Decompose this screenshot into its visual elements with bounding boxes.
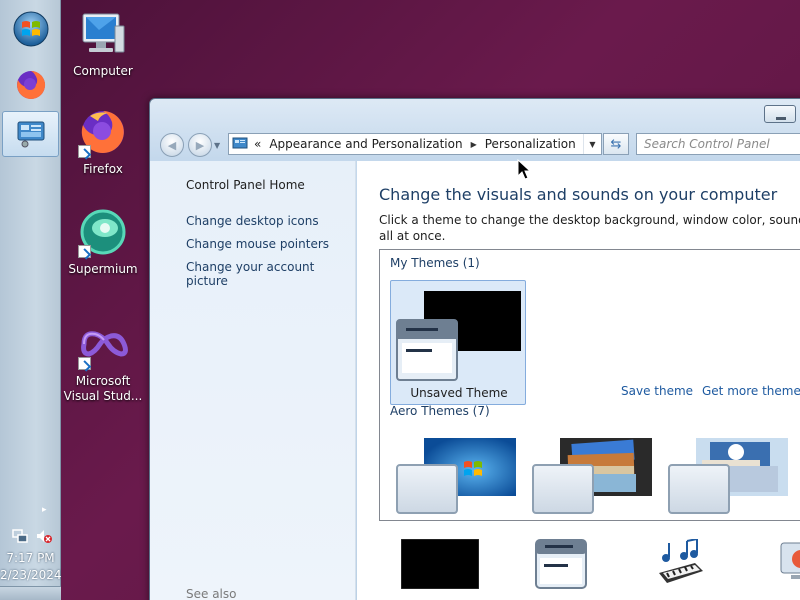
- window-color-button[interactable]: [535, 539, 587, 592]
- taskbar: ▸ 7:17 PM 2/23/2024: [0, 0, 62, 600]
- computer-icon: [82, 13, 125, 53]
- desktop-background-icon: [400, 538, 480, 590]
- tray-expand-icon[interactable]: ▸: [42, 505, 47, 515]
- change-account-picture-link[interactable]: Change your account picture: [186, 260, 355, 288]
- see-also-heading: See also: [186, 587, 237, 600]
- network-icon[interactable]: [12, 528, 28, 544]
- navigation-bar: ◀ ▶ ▼ « Appearance and Personalization ▶…: [150, 129, 800, 161]
- unsaved-theme-tile[interactable]: Unsaved Theme: [390, 280, 526, 405]
- taskbar-firefox-button[interactable]: [2, 62, 59, 108]
- personalization-window: ◀ ▶ ▼ « Appearance and Personalization ▶…: [149, 98, 800, 600]
- desktop-icon-label: Microsoft Visual Stud...: [63, 374, 143, 403]
- theme-window-preview: [396, 319, 458, 381]
- minimize-button[interactable]: [764, 105, 796, 123]
- shortcut-arrow-icon: [78, 357, 91, 370]
- address-bar[interactable]: « Appearance and Personalization ▶ Perso…: [228, 133, 602, 155]
- aero-themes-group-label: Aero Themes (7): [390, 404, 490, 418]
- themes-list[interactable]: My Themes (1) Unsaved Theme Save theme G…: [379, 249, 800, 521]
- change-mouse-pointers-link[interactable]: Change mouse pointers: [186, 237, 329, 251]
- get-more-themes-link[interactable]: Get more themes o: [702, 384, 800, 398]
- breadcrumb-appearance[interactable]: Appearance and Personalization: [269, 137, 462, 151]
- aero-theme-windows-tile[interactable]: [394, 438, 516, 518]
- desktop-icon-label: Supermium: [68, 262, 138, 276]
- description-line: all at once.: [379, 229, 446, 243]
- back-arrow-icon: ◀: [167, 138, 177, 152]
- screen-saver-icon: [780, 542, 800, 579]
- system-tray: [12, 528, 52, 544]
- breadcrumb-personalization[interactable]: Personalization: [485, 137, 576, 151]
- breadcrumb-separator-icon[interactable]: ▶: [471, 140, 477, 149]
- back-button[interactable]: ◀: [160, 133, 184, 157]
- control-panel-icon: [232, 137, 248, 151]
- tasks-pane: Control Panel Home Change desktop icons …: [150, 161, 356, 600]
- clock-time: 7:17 PM: [6, 551, 55, 565]
- forward-button[interactable]: ▶: [188, 133, 212, 157]
- recent-pages-chevron-icon[interactable]: ▼: [214, 141, 220, 150]
- desktop-icon-supermium[interactable]: Supermium: [58, 204, 148, 277]
- control-panel-home-link[interactable]: Control Panel Home: [186, 178, 305, 192]
- address-dropdown-icon[interactable]: ▼: [583, 134, 601, 154]
- refresh-icon: ⇆: [610, 136, 622, 152]
- desktop-icon-visual-studio[interactable]: Microsoft Visual Stud...: [58, 316, 148, 404]
- mouse-cursor-icon: [517, 159, 531, 180]
- control-panel-icon: [17, 121, 44, 148]
- page-description: Click a theme to change the desktop back…: [379, 212, 800, 244]
- clock[interactable]: 7:17 PM 2/23/2024: [0, 550, 62, 584]
- change-desktop-icons-link[interactable]: Change desktop icons: [186, 214, 319, 228]
- start-button[interactable]: [2, 6, 59, 52]
- save-theme-link[interactable]: Save theme: [621, 384, 693, 398]
- clock-date: 2/23/2024: [0, 568, 62, 582]
- desktop-icon-firefox[interactable]: Firefox: [58, 104, 148, 177]
- search-input[interactable]: Search Control Panel: [636, 133, 800, 155]
- screen-saver-button[interactable]: [777, 539, 800, 592]
- desktop-background-button[interactable]: [400, 538, 480, 592]
- window-color-icon: [535, 539, 587, 589]
- aero-theme-architecture-tile[interactable]: [530, 438, 652, 518]
- breadcrumb-overflow[interactable]: «: [254, 137, 261, 151]
- theme-name: Unsaved Theme: [410, 386, 508, 400]
- main-pane: Change the visuals and sounds on your co…: [357, 161, 800, 600]
- windows-orb-icon: [13, 11, 48, 47]
- taskbar-control-panel-button[interactable]: [2, 111, 59, 157]
- forward-arrow-icon: ▶: [195, 138, 205, 152]
- aero-theme-characters-tile[interactable]: [666, 438, 788, 518]
- show-desktop-button[interactable]: [0, 586, 61, 600]
- desktop-icon-label: Computer: [73, 64, 133, 78]
- sounds-icon: [659, 538, 703, 583]
- firefox-icon: [16, 70, 45, 99]
- my-themes-group-label: My Themes (1): [390, 256, 480, 270]
- page-title: Change the visuals and sounds on your co…: [379, 185, 778, 204]
- refresh-button[interactable]: ⇆: [603, 133, 629, 155]
- shortcut-arrow-icon: [78, 145, 91, 158]
- volume-muted-icon[interactable]: [36, 528, 52, 544]
- shortcut-arrow-icon: [78, 245, 91, 258]
- desktop-icon-label: Firefox: [83, 162, 123, 176]
- sounds-button[interactable]: [655, 538, 707, 592]
- desktop-icon-computer[interactable]: Computer: [58, 6, 148, 79]
- description-line: Click a theme to change the desktop back…: [379, 213, 800, 227]
